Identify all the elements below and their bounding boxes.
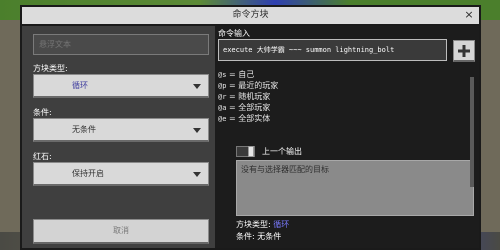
chevron-down-icon <box>193 128 201 133</box>
list-item: @p = 最近的玩家 <box>218 81 279 90</box>
command-block-dialog: 命令方块 × 方块类型: 循环 条件: 无条件 红石: 保持开启 取消 命令输入… <box>20 5 481 250</box>
selector-legend: @s = 自己 @p = 最近的玩家 @r = 随机玩家 @a = 全部玩家 @… <box>218 69 278 124</box>
condition-label: 条件: <box>33 108 52 117</box>
chevron-down-icon <box>193 172 201 177</box>
chevron-down-icon <box>193 84 201 89</box>
list-item: @e = 全部实体 <box>218 114 271 123</box>
dialog-title: 命令方块 <box>232 10 269 20</box>
title-bar: 命令方块 × <box>22 7 479 26</box>
list-item: @a = 全部玩家 <box>218 103 271 112</box>
plus-icon <box>458 45 470 57</box>
command-input[interactable]: execute 大帅学霸 ~~~ summon lightning_bolt <box>218 39 447 61</box>
previous-output-box: 没有与选择器匹配的目标 <box>236 160 474 216</box>
previous-output-label: 上一个输出 <box>262 147 302 156</box>
left-panel: 方块类型: 循环 条件: 无条件 红石: 保持开启 取消 <box>30 27 212 245</box>
redstone-value: 保持开启 <box>72 169 104 178</box>
hover-text-input[interactable] <box>33 34 209 55</box>
add-button[interactable] <box>453 40 475 62</box>
list-item: @s = 自己 <box>218 70 255 79</box>
redstone-label: 红石: <box>33 152 52 161</box>
condition-value: 无条件 <box>72 125 96 134</box>
block-type-value: 循环 <box>72 81 88 90</box>
block-type-label: 方块类型: <box>33 64 68 73</box>
condition-dropdown[interactable]: 无条件 <box>33 118 209 142</box>
cancel-button[interactable]: 取消 <box>33 219 209 244</box>
close-button[interactable]: × <box>463 9 475 21</box>
right-panel: 命令输入 execute 大帅学霸 ~~~ summon lightning_b… <box>215 26 479 248</box>
block-type-info: 方块类型: 循环 <box>236 220 290 229</box>
command-input-label: 命令输入 <box>218 29 250 38</box>
toggle-knob <box>248 146 254 157</box>
list-item: @r = 随机玩家 <box>218 92 271 101</box>
block-type-dropdown[interactable]: 循环 <box>33 74 209 98</box>
redstone-dropdown[interactable]: 保持开启 <box>33 162 209 186</box>
scrollbar[interactable] <box>470 77 474 187</box>
condition-info: 条件: 无条件 <box>236 232 282 241</box>
previous-output-toggle[interactable] <box>236 146 255 157</box>
